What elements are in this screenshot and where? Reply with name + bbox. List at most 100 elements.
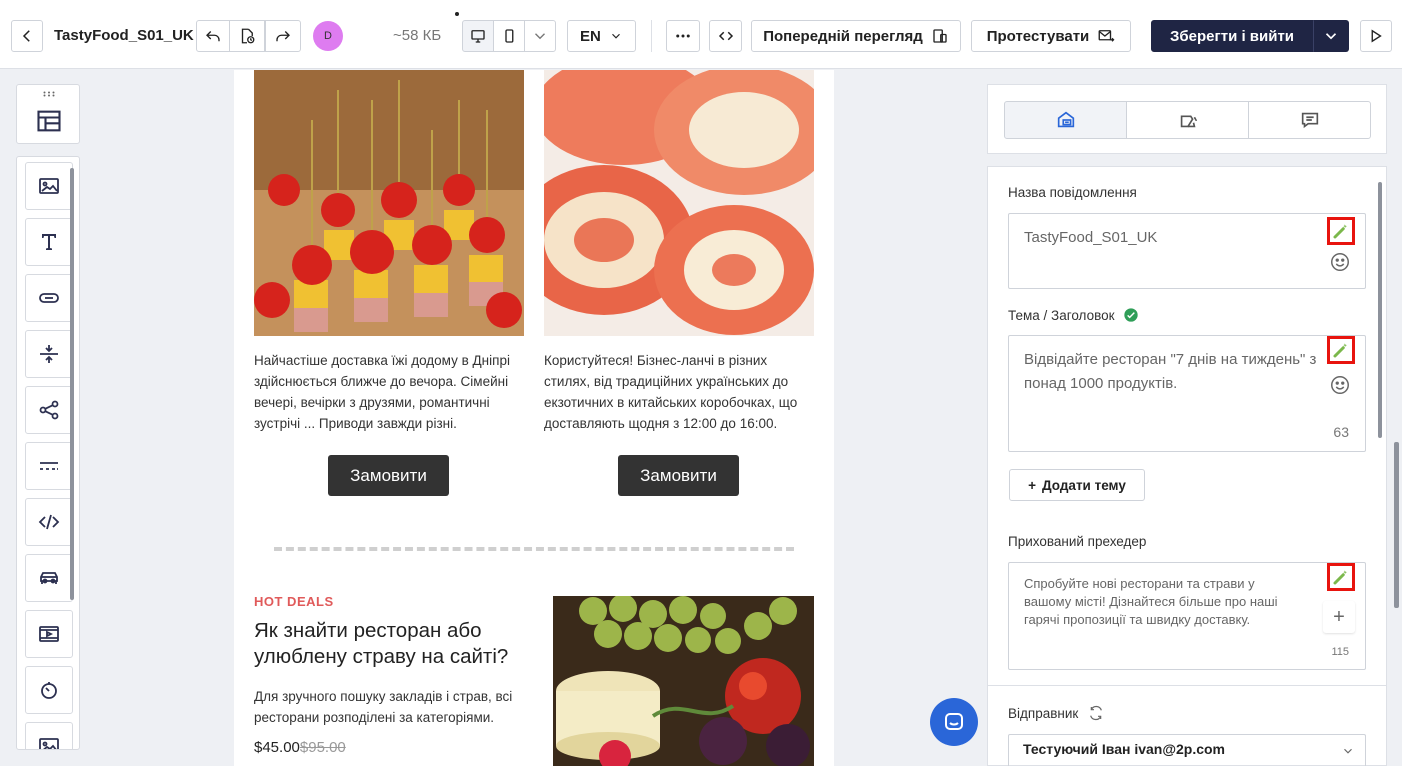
tool-product[interactable] — [25, 554, 73, 602]
order-button-1[interactable]: Замовити — [328, 455, 449, 496]
undo-button[interactable] — [196, 20, 230, 52]
desktop-icon — [471, 30, 485, 43]
panel-scrollbar[interactable] — [1378, 182, 1382, 438]
mail-send-icon — [1098, 30, 1115, 42]
add-theme-label: Додати тему — [1042, 477, 1126, 493]
canapes-picture — [254, 70, 524, 336]
redo-button[interactable] — [265, 20, 301, 52]
tool-social[interactable] — [25, 386, 73, 434]
hot-deals-title: Як знайти ресторан або улюблену страву н… — [254, 619, 509, 668]
preheader-field[interactable]: Спробуйте нові ресторани та страви у ваш… — [1008, 562, 1366, 670]
toolbar-divider — [651, 20, 652, 52]
block-1-description: Найчастіше доставка їжі додому в Дніпрі … — [254, 353, 510, 431]
spacer-icon — [40, 345, 58, 363]
test-button[interactable]: Протестувати — [971, 20, 1131, 52]
code-view-button[interactable] — [709, 20, 742, 52]
add-theme-button[interactable]: + Додати тему — [1009, 469, 1145, 501]
image-icon — [39, 738, 59, 749]
tool-divider[interactable] — [25, 442, 73, 490]
chevron-down-icon — [612, 33, 620, 39]
mobile-view-button[interactable] — [493, 20, 525, 52]
tool-image-2[interactable] — [25, 722, 73, 749]
tool-html[interactable] — [25, 498, 73, 546]
template-title: TastyFood_S01_UK — [54, 27, 194, 44]
tool-image[interactable] — [25, 162, 73, 210]
sender-value: Тестуючий Іван ivan@2p.com — [1023, 741, 1226, 757]
email-size-label: ~58 КБ — [393, 27, 442, 44]
tool-timer[interactable] — [25, 666, 73, 714]
tab-appearance[interactable] — [1126, 101, 1249, 139]
hot-deals-tag: HOT DEALS — [254, 594, 334, 609]
video-icon — [39, 626, 59, 642]
refresh-icon[interactable] — [1088, 705, 1104, 721]
chevron-down-icon — [1344, 748, 1352, 754]
text-icon — [42, 234, 56, 250]
tool-text[interactable] — [25, 218, 73, 266]
message-settings-form: Назва повідомлення TastyFood_S01_UK Тема… — [987, 166, 1387, 686]
emoji-icon[interactable] — [1329, 251, 1351, 273]
subject-field[interactable]: Відвідайте ресторан "7 днів на тиждень" … — [1008, 335, 1366, 452]
cheese-fruit-picture — [553, 596, 814, 766]
layout-block-panel — [16, 84, 80, 144]
history-button[interactable] — [229, 20, 265, 52]
subject-label-text: Тема / Заголовок — [1008, 307, 1115, 323]
ai-assist-button[interactable] — [1327, 336, 1355, 364]
check-circle-icon — [1123, 308, 1138, 322]
desktop-view-button[interactable] — [462, 20, 494, 52]
message-name-field[interactable]: TastyFood_S01_UK — [1008, 213, 1366, 289]
tool-video[interactable] — [25, 610, 73, 658]
preview-button[interactable]: Попередній перегляд — [751, 20, 961, 52]
insert-variable-button[interactable]: + — [1323, 601, 1355, 633]
test-label: Протестувати — [986, 27, 1090, 45]
magic-wand-icon — [1333, 570, 1347, 585]
save-exit-button[interactable]: Зберегти і вийти — [1151, 20, 1313, 52]
undo-icon — [206, 31, 220, 42]
more-button[interactable] — [666, 20, 700, 52]
subject-char-count: 63 — [1333, 424, 1349, 440]
emoji-icon[interactable] — [1329, 374, 1351, 396]
sender-select[interactable]: Тестуючий Іван ivan@2p.com — [1008, 734, 1366, 766]
magic-wand-icon — [1333, 343, 1347, 358]
toolbar-scrollbar[interactable] — [70, 168, 74, 600]
ai-assist-button[interactable] — [1327, 563, 1355, 591]
back-button[interactable] — [11, 20, 43, 52]
share-icon — [39, 400, 59, 420]
chat-launcher-button[interactable] — [930, 698, 978, 746]
top-bar: TastyFood_S01_UK D ~58 КБ EN Попередній … — [0, 0, 1402, 69]
avatar[interactable]: D — [313, 21, 343, 51]
block-2-description: Користуйтеся! Бізнес-ланчі в різних стил… — [544, 353, 798, 431]
tab-comments[interactable] — [1248, 101, 1371, 139]
layout-icon — [37, 110, 61, 132]
old-price: $95.00 — [299, 739, 346, 756]
message-name-label: Назва повідомлення — [1008, 185, 1137, 200]
view-dropdown-button[interactable] — [524, 20, 556, 52]
tab-message-settings[interactable] — [1004, 101, 1127, 139]
food-image-salmon-rolls[interactable] — [544, 70, 814, 336]
order-button-2[interactable]: Замовити — [618, 455, 739, 496]
html-code-icon — [38, 514, 60, 530]
paint-bucket-icon — [1180, 115, 1197, 128]
subject-label: Тема / Заголовок — [1008, 307, 1139, 323]
send-button[interactable] — [1360, 20, 1392, 52]
subject-value: Відвідайте ресторан "7 днів на тиждень" … — [1024, 351, 1317, 392]
drag-handle-icon[interactable] — [43, 91, 55, 97]
button-icon — [39, 293, 59, 303]
tool-spacer[interactable] — [25, 330, 73, 378]
current-price: $45.00 — [254, 739, 300, 756]
chat-icon — [945, 713, 963, 730]
ai-assist-button[interactable] — [1327, 217, 1355, 245]
language-select[interactable]: EN — [567, 20, 636, 52]
chevron-down-icon — [535, 33, 545, 40]
save-options-button[interactable] — [1313, 20, 1349, 52]
price: $45.00$95.00 — [254, 739, 346, 756]
timer-icon — [41, 682, 57, 699]
tool-button[interactable] — [25, 274, 73, 322]
window-scrollbar[interactable] — [1394, 442, 1399, 608]
email-canvas[interactable]: Найчастіше доставка їжі додому в Дніпрі … — [234, 70, 834, 766]
message-name-value: TastyFood_S01_UK — [1024, 229, 1158, 246]
redo-icon — [276, 31, 290, 42]
layout-block-button[interactable] — [35, 107, 63, 135]
magic-wand-icon — [1333, 224, 1347, 239]
food-image-canapes[interactable] — [254, 70, 524, 336]
food-image-cheese-fruit[interactable] — [553, 596, 814, 766]
